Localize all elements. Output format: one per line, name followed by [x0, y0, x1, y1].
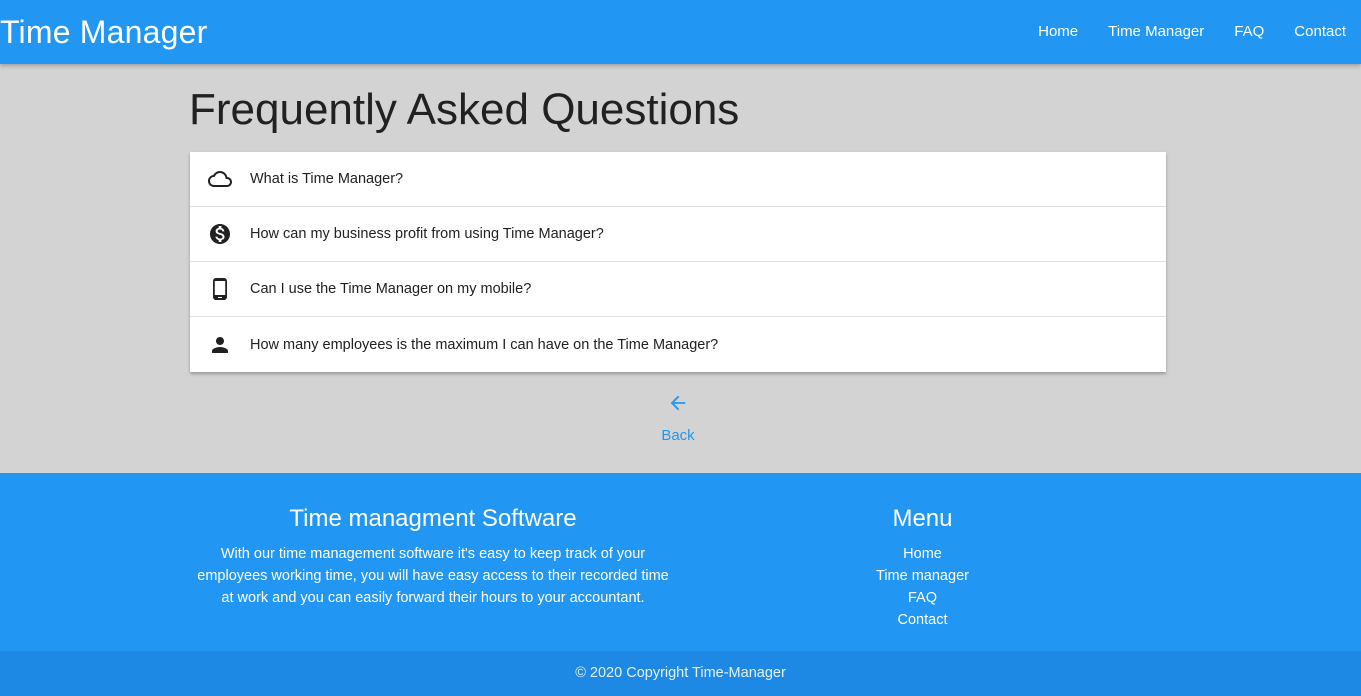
footer-about-text: With our time management software it's e… — [197, 546, 669, 606]
dollar-icon — [190, 222, 250, 246]
faq-question: How can my business profit from using Ti… — [250, 226, 604, 242]
footer-about: Time managment Software With our time ma… — [193, 503, 673, 609]
arrow-back-icon — [670, 395, 686, 411]
faq-question: Can I use the Time Manager on my mobile? — [250, 281, 532, 297]
smartphone-icon — [190, 277, 250, 301]
cloud-icon — [190, 167, 250, 191]
back-label: Back — [661, 427, 695, 444]
faq-question: How many employees is the maximum I can … — [250, 336, 719, 353]
copyright-bar: © 2020 Copyright Time-Manager — [0, 651, 1361, 696]
person-icon — [190, 333, 250, 357]
footer-menu: Menu Home Time manager FAQ Contact — [790, 503, 1055, 631]
footer-menu-list: Home Time manager FAQ Contact — [790, 543, 1055, 631]
nav-link-faq[interactable]: FAQ — [1219, 0, 1279, 64]
footer-menu-title: Menu — [892, 505, 953, 532]
nav-link-time-manager[interactable]: Time Manager — [1093, 0, 1219, 64]
footer-link-faq[interactable]: FAQ — [908, 590, 937, 606]
faq-item-mobile[interactable]: Can I use the Time Manager on my mobile? — [190, 262, 1166, 317]
faq-item-what-is[interactable]: What is Time Manager? — [190, 152, 1166, 207]
faq-question: What is Time Manager? — [250, 171, 404, 187]
nav-link-home[interactable]: Home — [1023, 0, 1093, 64]
footer-about-title: Time managment Software — [289, 505, 577, 532]
footer-link-time-manager[interactable]: Time manager — [876, 568, 969, 584]
footer: Time managment Software With our time ma… — [0, 473, 1361, 651]
faq-item-max-employees[interactable]: How many employees is the maximum I can … — [190, 317, 1166, 372]
top-navbar: Time Manager Home Time Manager FAQ Conta… — [0, 0, 1361, 64]
nav-links: Home Time Manager FAQ Contact — [1023, 0, 1361, 64]
brand-title[interactable]: Time Manager — [0, 12, 208, 52]
nav-link-contact[interactable]: Contact — [1279, 0, 1361, 64]
footer-link-home[interactable]: Home — [903, 546, 942, 562]
footer-link-contact[interactable]: Contact — [898, 612, 948, 628]
page-title: Frequently Asked Questions — [189, 85, 740, 134]
faq-item-business-profit[interactable]: How can my business profit from using Ti… — [190, 207, 1166, 262]
faq-list: What is Time Manager? How can my busines… — [190, 152, 1166, 372]
main-content: Frequently Asked Questions What is Time … — [0, 64, 1361, 473]
back-button[interactable]: Back — [638, 386, 718, 462]
